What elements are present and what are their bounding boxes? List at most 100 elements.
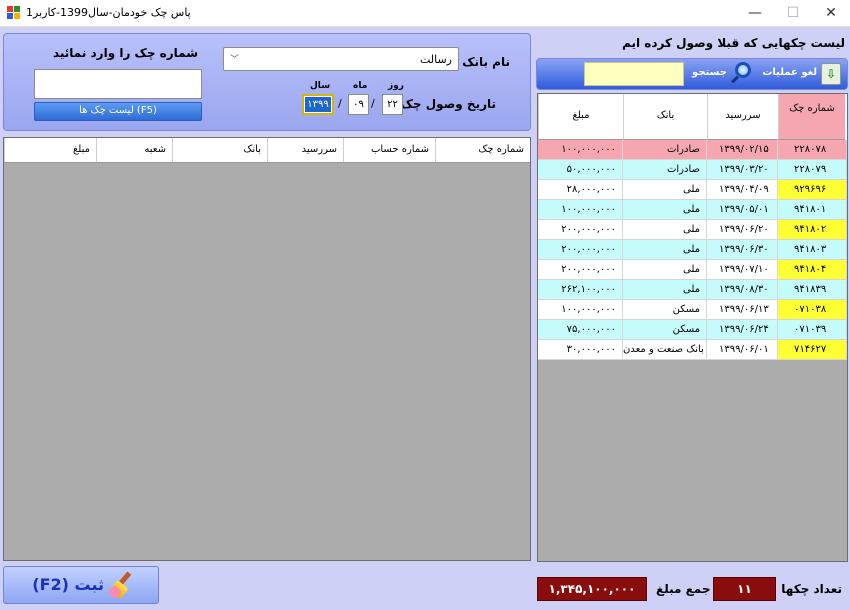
cell-bank: ملی (623, 180, 707, 200)
column-header[interactable]: مبلغ (538, 94, 623, 140)
cell-bank: ملی (623, 280, 707, 300)
search-label: جستجو (692, 67, 727, 78)
month-input[interactable]: ۰۹ (348, 94, 369, 115)
minimize-button[interactable]: — (736, 0, 774, 26)
bank-select[interactable]: رسالت ﹀ (223, 47, 459, 71)
day-input[interactable]: ۲۲ (382, 94, 403, 115)
receive-date-label: تاریخ وصول چک (400, 97, 496, 111)
received-checks-table[interactable]: شماره چک سررسید بانک مبلغ ۲۲۸۰۷۸ ۱۳۹۹/۰۲/… (537, 93, 848, 562)
cell-amount: ۲۰۰,۰۰۰,۰۰۰ (538, 220, 623, 240)
maximize-button[interactable]: ☐ (774, 0, 812, 26)
window-title: پاس چک خودمان-سال1399-کاربر1 (26, 6, 191, 19)
column-header[interactable]: بانک (623, 94, 707, 140)
cell-due: ۱۳۹۹/۰۶/۳۰ (707, 240, 778, 260)
check-number-input[interactable] (34, 69, 202, 99)
search-input[interactable] (584, 62, 684, 86)
cell-bank: صادرات (623, 160, 707, 180)
cell-number: ۹۲۹۶۹۶ (778, 180, 847, 200)
day-label: روز (388, 81, 404, 91)
column-header[interactable]: شماره چک (778, 94, 845, 140)
new-checks-table[interactable]: شماره چک شماره حساب سررسید بانک شعبه مبل… (3, 137, 531, 561)
cell-amount: ۲۶۲,۱۰۰,۰۰۰ (538, 280, 623, 300)
cell-number: ۲۲۸۰۷۸ (778, 140, 847, 160)
cell-due: ۱۳۹۹/۰۶/۱۳ (707, 300, 778, 320)
column-header[interactable]: سررسید (267, 138, 343, 162)
cell-number: ۹۴۱۸۰۲ (778, 220, 847, 240)
table-row[interactable]: ۲۲۸۰۷۸ ۱۳۹۹/۰۲/۱۵ صادرات ۱۰۰,۰۰۰,۰۰۰ (538, 140, 847, 160)
column-header[interactable]: بانک (172, 138, 267, 162)
cell-number: ۰۷۱۰۳۹ (778, 320, 847, 340)
table-row[interactable]: ۹۴۱۸۰۴ ۱۳۹۹/۰۷/۱۰ ملی ۲۰۰,۰۰۰,۰۰۰ (538, 260, 847, 280)
broom-icon (107, 571, 136, 600)
cell-amount: ۲۰۰,۰۰۰,۰۰۰ (538, 240, 623, 260)
cell-bank: ملی (623, 240, 707, 260)
month-label: ماه (353, 81, 368, 91)
sum-value: ۱,۳۴۵,۱۰۰,۰۰۰ (537, 577, 647, 601)
cell-number: ۹۴۱۸۰۴ (778, 260, 847, 280)
cell-amount: ۲۰۰,۰۰۰,۰۰۰ (538, 260, 623, 280)
column-header[interactable]: شعبه (96, 138, 172, 162)
received-checks-table-header: شماره چک سررسید بانک مبلغ (538, 94, 847, 140)
year-input[interactable]: ۱۳۹۹ (302, 94, 334, 115)
right-toolbar: ⇩ لغو عملیات جستجو (536, 58, 848, 90)
cell-due: ۱۳۹۹/۰۲/۱۵ (707, 140, 778, 160)
year-input-value: ۱۳۹۹ (305, 97, 331, 112)
close-button[interactable]: ✕ (812, 0, 850, 26)
cell-amount: ۵۰,۰۰۰,۰۰۰ (538, 160, 623, 180)
column-header[interactable]: مبلغ (4, 138, 96, 162)
cell-due: ۱۳۹۹/۰۶/۲۴ (707, 320, 778, 340)
cell-bank: ملی (623, 260, 707, 280)
date-separator: / (371, 97, 375, 110)
check-list-button[interactable]: لیست چک ها (F5) (34, 102, 202, 121)
cell-number: ۹۴۱۸۳۹ (778, 280, 847, 300)
column-header[interactable]: شماره حساب (343, 138, 435, 162)
table-row[interactable]: ۷۱۴۶۲۷ ۱۳۹۹/۰۶/۰۱ بانک صنعت و معدن ۳۰,۰۰۰,۰… (538, 340, 847, 360)
save-button[interactable]: ثبت (F2) (3, 566, 159, 604)
cell-bank: صادرات (623, 140, 707, 160)
cell-bank: ملی (623, 220, 707, 240)
year-label: سال (310, 81, 331, 91)
column-header[interactable]: شماره چک (435, 138, 530, 162)
cell-amount: ۱۰۰,۰۰۰,۰۰۰ (538, 140, 623, 160)
cell-bank: مسکن (623, 300, 707, 320)
cell-amount: ۳۰,۰۰۰,۰۰۰ (538, 340, 623, 360)
cell-due: ۱۳۹۹/۰۶/۲۰ (707, 220, 778, 240)
cell-number: ۹۴۱۸۰۳ (778, 240, 847, 260)
cell-due: ۱۳۹۹/۰۸/۳۰ (707, 280, 778, 300)
cell-amount: ۱۰۰,۰۰۰,۰۰۰ (538, 200, 623, 220)
app-icon (7, 6, 21, 20)
cancel-icon: ⇩ (821, 63, 841, 85)
cell-number: ۲۲۸۰۷۹ (778, 160, 847, 180)
bank-name-label: نام بانک (462, 55, 510, 69)
new-checks-table-header: شماره چک شماره حساب سررسید بانک شعبه مبل… (4, 138, 530, 163)
cell-amount: ۷۵,۰۰۰,۰۰۰ (538, 320, 623, 340)
table-row[interactable]: ۲۲۸۰۷۹ ۱۳۹۹/۰۳/۲۰ صادرات ۵۰,۰۰۰,۰۰۰ (538, 160, 847, 180)
entry-panel: شماره چک را وارد نمائید لیست چک ها (F5) … (3, 33, 531, 131)
cell-number: ۰۷۱۰۳۸ (778, 300, 847, 320)
cell-number: ۹۴۱۸۰۱ (778, 200, 847, 220)
cell-amount: ۱۰۰,۰۰۰,۰۰۰ (538, 300, 623, 320)
cell-amount: ۲۸,۰۰۰,۰۰۰ (538, 180, 623, 200)
table-row[interactable]: ۹۴۱۸۰۳ ۱۳۹۹/۰۶/۳۰ ملی ۲۰۰,۰۰۰,۰۰۰ (538, 240, 847, 260)
title-bar: پاس چک خودمان-سال1399-کاربر1 — ☐ ✕ (0, 0, 850, 27)
table-row[interactable]: ۹۲۹۶۹۶ ۱۳۹۹/۰۴/۰۹ ملی ۲۸,۰۰۰,۰۰۰ (538, 180, 847, 200)
bank-select-value: رسالت (419, 53, 452, 66)
cell-due: ۱۳۹۹/۰۳/۲۰ (707, 160, 778, 180)
column-header[interactable]: سررسید (707, 94, 778, 140)
table-row[interactable]: ۰۷۱۰۳۸ ۱۳۹۹/۰۶/۱۳ مسکن ۱۰۰,۰۰۰,۰۰۰ (538, 300, 847, 320)
cell-number: ۷۱۴۶۲۷ (778, 340, 847, 360)
check-count-label: تعداد چکها (781, 582, 842, 596)
check-count-value: ۱۱ (713, 577, 776, 601)
cancel-label: لغو عملیات (762, 67, 817, 78)
cell-bank: بانک صنعت و معدن (623, 340, 707, 360)
table-row[interactable]: ۹۴۱۸۰۱ ۱۳۹۹/۰۵/۰۱ ملی ۱۰۰,۰۰۰,۰۰۰ (538, 200, 847, 220)
cell-bank: ملی (623, 200, 707, 220)
cancel-button[interactable]: ⇩ لغو عملیات (753, 62, 841, 86)
table-row[interactable]: ۹۴۱۸۳۹ ۱۳۹۹/۰۸/۳۰ ملی ۲۶۲,۱۰۰,۰۰۰ (538, 280, 847, 300)
check-number-label: شماره چک را وارد نمائید (52, 46, 198, 60)
table-row[interactable]: ۹۴۱۸۰۲ ۱۳۹۹/۰۶/۲۰ ملی ۲۰۰,۰۰۰,۰۰۰ (538, 220, 847, 240)
table-row[interactable]: ۰۷۱۰۳۹ ۱۳۹۹/۰۶/۲۴ مسکن ۷۵,۰۰۰,۰۰۰ (538, 320, 847, 340)
cell-bank: مسکن (623, 320, 707, 340)
date-separator: / (338, 97, 342, 110)
save-label: ثبت (F2) (32, 575, 104, 594)
